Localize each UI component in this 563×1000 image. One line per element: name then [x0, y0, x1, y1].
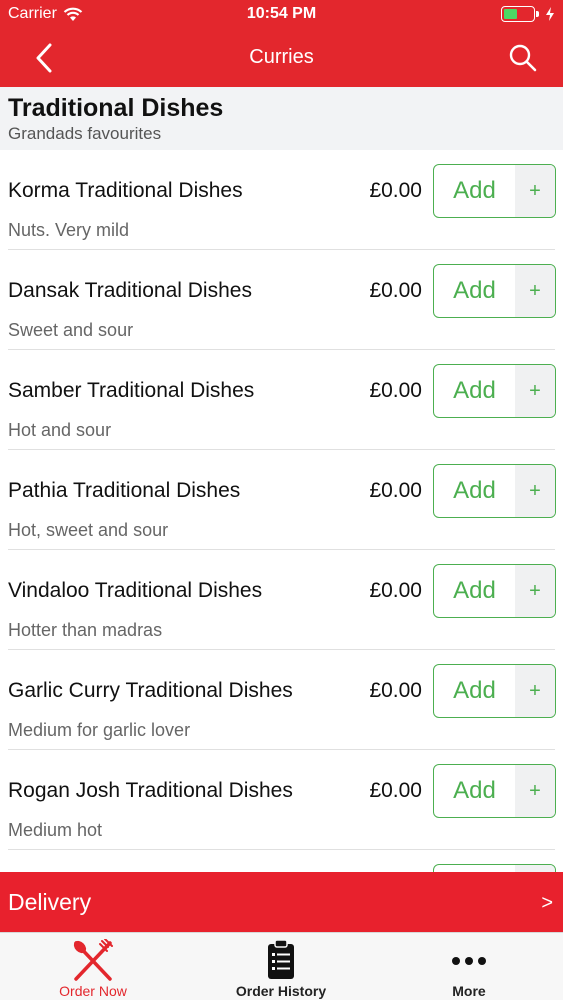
tab-label: Order Now: [59, 983, 127, 999]
item-price: £0.00: [369, 579, 422, 602]
plus-icon: [515, 865, 555, 872]
item-price: £0.00: [369, 379, 422, 402]
add-button[interactable]: Add +: [433, 764, 556, 818]
plus-icon: +: [515, 365, 555, 417]
menu-item[interactable]: [0, 850, 563, 872]
item-price: £0.00: [369, 179, 422, 202]
page-title: Curries: [249, 46, 314, 68]
item-description: Medium hot: [8, 820, 103, 840]
fork-knife-icon: [73, 939, 113, 981]
add-label: Add: [453, 777, 496, 804]
more-dots-icon: [452, 957, 486, 965]
plus-icon: +: [515, 165, 555, 217]
item-name: Garlic Curry Traditional Dishes: [8, 679, 293, 702]
item-description: Medium for garlic lover: [8, 720, 191, 740]
status-time: 10:54 PM: [246, 5, 317, 22]
item-description: Nuts. Very mild: [8, 220, 130, 240]
plus-icon: +: [515, 565, 555, 617]
status-right: [501, 6, 555, 22]
app-header: Carrier 10:54 PM Curries: [0, 0, 563, 87]
add-label: Add: [453, 177, 496, 204]
add-label: Add: [453, 577, 496, 604]
item-name: Vindaloo Traditional Dishes: [8, 579, 263, 602]
add-button[interactable]: Add +: [433, 164, 556, 218]
tab-order-history[interactable]: Order History: [206, 933, 356, 1000]
tab-order-now[interactable]: Order Now: [18, 933, 168, 1000]
plus-icon: +: [515, 265, 555, 317]
item-description: Sweet and sour: [8, 320, 134, 340]
add-button[interactable]: [433, 864, 556, 872]
item-name: Pathia Traditional Dishes: [8, 479, 241, 502]
item-price: £0.00: [369, 779, 422, 802]
plus-icon: +: [515, 465, 555, 517]
menu-item[interactable]: Garlic Curry Traditional Dishes £0.00 Me…: [0, 650, 563, 750]
item-name: Samber Traditional Dishes: [8, 379, 255, 402]
add-label: Add: [453, 677, 496, 704]
delivery-label: Delivery: [8, 889, 92, 915]
add-button[interactable]: Add +: [433, 664, 556, 718]
item-description: Hotter than madras: [8, 620, 163, 640]
item-price: £0.00: [369, 479, 422, 502]
nav-bar: Curries: [0, 30, 563, 87]
add-button[interactable]: Add +: [433, 464, 556, 518]
status-bar: Carrier 10:54 PM: [0, 0, 563, 30]
menu-item[interactable]: Pathia Traditional Dishes £0.00 Hot, swe…: [0, 450, 563, 550]
section-header: Traditional Dishes Grandads favourites: [0, 87, 563, 150]
delivery-bar[interactable]: Delivery >: [0, 872, 563, 932]
tab-label: Order History: [235, 983, 327, 999]
item-description: Hot, sweet and sour: [8, 520, 169, 540]
add-label: Add: [453, 277, 496, 304]
item-name: Korma Traditional Dishes: [8, 179, 243, 202]
add-button[interactable]: Add +: [433, 264, 556, 318]
add-button[interactable]: Add +: [433, 564, 556, 618]
section-title: Traditional Dishes: [8, 94, 224, 122]
charging-bolt-icon: [546, 7, 554, 21]
add-button[interactable]: Add +: [433, 364, 556, 418]
item-price: £0.00: [369, 679, 422, 702]
battery-icon: [501, 6, 539, 22]
add-label: [434, 865, 515, 872]
chevron-right-icon: >: [541, 892, 553, 914]
menu-item[interactable]: Dansak Traditional Dishes £0.00 Sweet an…: [0, 250, 563, 350]
plus-icon: +: [515, 665, 555, 717]
menu-item[interactable]: Rogan Josh Traditional Dishes £0.00 Medi…: [0, 750, 563, 850]
item-name: Dansak Traditional Dishes: [8, 279, 252, 302]
clipboard-list-icon: [268, 939, 294, 979]
tab-more[interactable]: More: [394, 933, 544, 1000]
tab-label: More: [452, 983, 486, 999]
menu-list: Korma Traditional Dishes £0.00 Nuts. Ver…: [0, 150, 563, 872]
add-label: Add: [453, 377, 496, 404]
menu-item[interactable]: Korma Traditional Dishes £0.00 Nuts. Ver…: [0, 150, 563, 250]
item-price: £0.00: [369, 279, 422, 302]
add-label: Add: [453, 477, 496, 504]
tab-bar: Order Now Order History More: [0, 932, 563, 1000]
section-subtitle: Grandads favourites: [8, 124, 162, 143]
item-description: Hot and sour: [8, 420, 112, 440]
menu-item[interactable]: Samber Traditional Dishes £0.00 Hot and …: [0, 350, 563, 450]
search-icon[interactable]: [507, 42, 539, 74]
plus-icon: +: [515, 765, 555, 817]
menu-item[interactable]: Vindaloo Traditional Dishes £0.00 Hotter…: [0, 550, 563, 650]
item-name: Rogan Josh Traditional Dishes: [8, 779, 293, 802]
